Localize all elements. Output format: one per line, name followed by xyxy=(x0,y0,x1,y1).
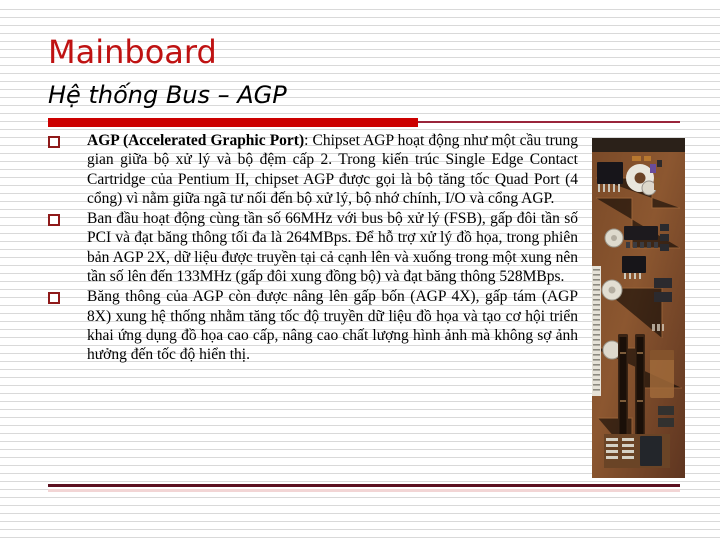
list-item-text: Ban đầu hoạt động cùng tần số 66MHz với … xyxy=(87,209,578,286)
list-item-lead: AGP (Accelerated Graphic Port) xyxy=(87,132,305,149)
list-item-body: Băng thông của AGP còn được nâng lên gấp… xyxy=(87,288,578,364)
list-item: Ban đầu hoạt động cùng tần số 66MHz với … xyxy=(48,209,578,286)
slide: Mainboard Hệ thống Bus – AGP AGP (Accele… xyxy=(0,0,720,540)
list-item: AGP (Accelerated Graphic Port): Chipset … xyxy=(48,131,578,208)
page-title: Mainboard xyxy=(48,33,217,71)
page-subtitle: Hệ thống Bus – AGP xyxy=(48,81,287,109)
list-item-body: Ban đầu hoạt động cùng tần số 66MHz với … xyxy=(87,210,578,286)
list-item: Băng thông của AGP còn được nâng lên gấp… xyxy=(48,287,578,364)
square-bullet-icon xyxy=(48,292,60,305)
footer-divider-light xyxy=(48,489,680,492)
list-item-text: Băng thông của AGP còn được nâng lên gấp… xyxy=(87,287,578,364)
footer-divider xyxy=(48,484,680,487)
bullet-list: AGP (Accelerated Graphic Port): Chipset … xyxy=(48,131,578,366)
square-bullet-icon xyxy=(48,136,60,148)
list-item-text: AGP (Accelerated Graphic Port): Chipset … xyxy=(87,131,578,208)
square-bullet-icon xyxy=(48,214,60,227)
header-divider-thick xyxy=(48,118,418,127)
motherboard-photo xyxy=(592,138,685,478)
